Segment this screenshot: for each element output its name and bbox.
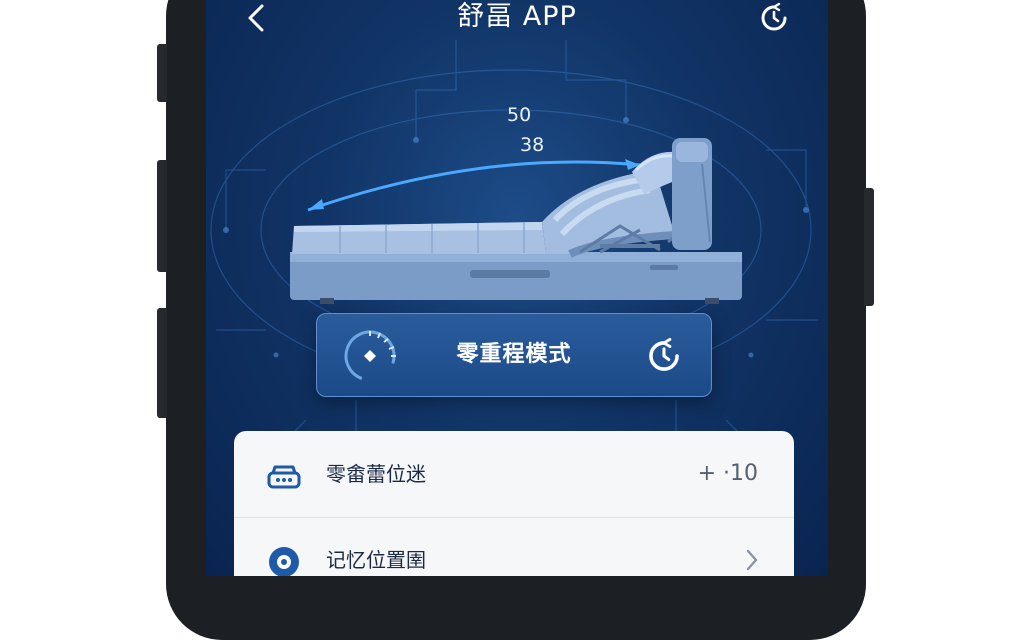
phone-mute-switch [157,44,167,102]
page-title: 舒畐 APP [457,1,577,32]
timer-icon[interactable] [645,337,683,375]
settings-row-label: 零畬蕾位迷 [326,462,426,486]
memory-icon [269,547,299,576]
head-angle-label: 50 [507,104,532,126]
adjustable-bed-illustration [290,138,742,304]
timer-button[interactable] [754,0,794,36]
phone-power-button [864,188,874,306]
timer-icon [761,2,787,31]
phone-volume-down [157,308,167,418]
settings-panel: 零畬蕾位迷 + ·10 记忆位置圉 [234,431,794,576]
phone-volume-up [157,160,167,272]
zero-gravity-mode-card[interactable]: 零重程模式 [316,313,712,397]
settings-row-label: 记忆位置圉 [326,548,426,572]
settings-row-value: + ·10 [697,461,758,486]
chevron-right-icon [746,549,758,571]
settings-row-memory[interactable]: 记忆位置圉 [234,517,794,576]
app-screen: 舒畐 APP 50 38 零重程模式 零畬蕾位迷 + ·10 记忆位置圉 [206,0,828,576]
settings-row-position[interactable]: 零畬蕾位迷 + ·10 [234,431,794,518]
bed-remote-icon [267,465,301,489]
